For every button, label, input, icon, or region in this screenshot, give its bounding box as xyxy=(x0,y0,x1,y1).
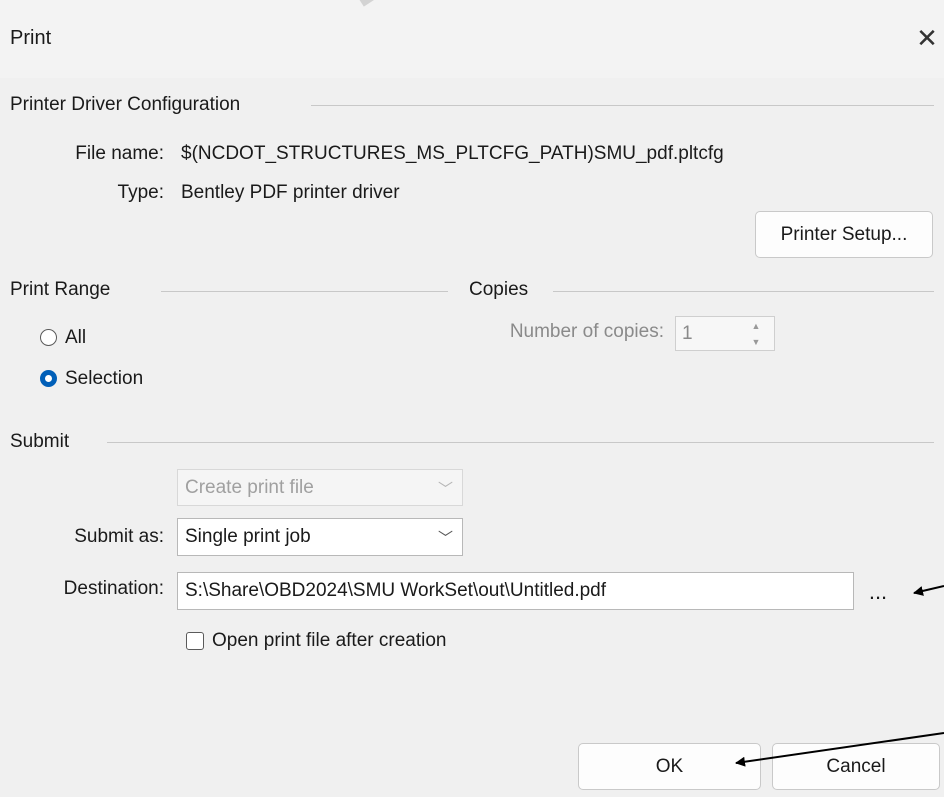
arrow-to-ok-icon xyxy=(735,732,944,767)
annotation-arrows xyxy=(735,585,944,767)
arrow-to-browse-icon xyxy=(913,585,944,596)
